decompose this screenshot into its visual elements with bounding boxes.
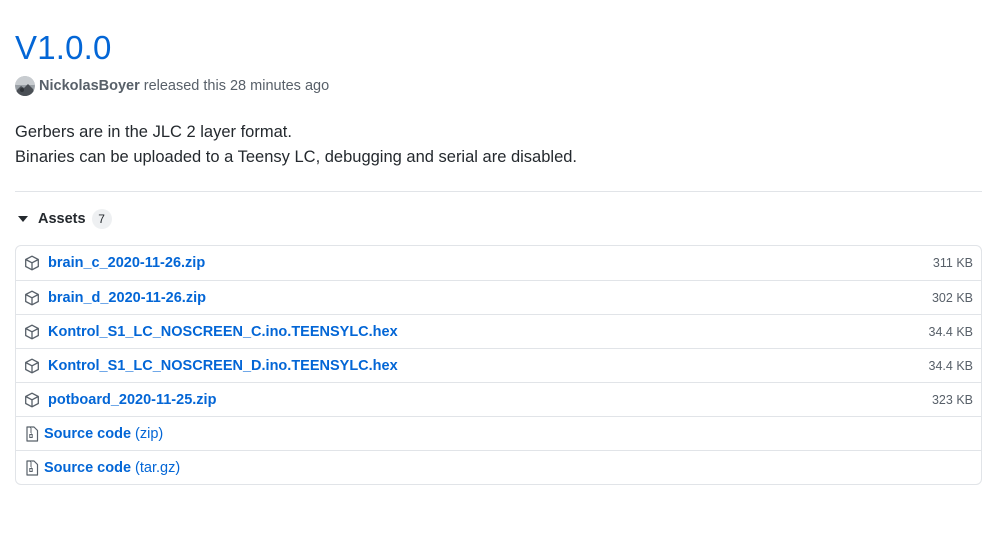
asset-size: 302 KB <box>931 290 973 305</box>
asset-row: Source code (zip) <box>16 416 981 450</box>
asset-size: 34.4 KB <box>928 324 973 339</box>
asset-row: brain_d_2020-11-26.zip 302 KB <box>16 280 981 314</box>
package-icon <box>24 358 40 374</box>
asset-download-link[interactable]: brain_d_2020-11-26.zip <box>48 290 206 306</box>
divider <box>15 191 982 192</box>
asset-row: Kontrol_S1_LC_NOSCREEN_C.ino.TEENSYLC.he… <box>16 314 981 348</box>
source-targz-link[interactable]: Source code (tar.gz) <box>44 459 180 477</box>
asset-row: brain_c_2020-11-26.zip 311 KB <box>16 246 981 280</box>
asset-row: potboard_2020-11-25.zip 323 KB <box>16 382 981 416</box>
asset-download-link[interactable]: brain_c_2020-11-26.zip <box>48 255 205 271</box>
asset-size: 323 KB <box>931 392 973 407</box>
package-icon <box>24 255 40 271</box>
asset-size: 311 KB <box>932 256 973 270</box>
asset-download-link[interactable]: Kontrol_S1_LC_NOSCREEN_D.ino.TEENSYLC.he… <box>48 358 398 374</box>
release-notes: Gerbers are in the JLC 2 layer format. B… <box>15 120 577 170</box>
source-zip-link[interactable]: Source code (zip) <box>44 425 163 443</box>
package-icon <box>24 324 40 340</box>
file-zip-icon <box>24 425 40 442</box>
release-time-text: released this 28 minutes ago <box>143 78 330 94</box>
assets-label: Assets <box>38 211 86 227</box>
release-notes-line: Gerbers are in the JLC 2 layer format. <box>15 123 292 141</box>
file-zip-icon <box>24 459 40 476</box>
source-code-label: Source code <box>44 459 132 476</box>
assets-toggle[interactable]: Assets 7 <box>15 207 112 231</box>
release-meta: NickolasBoyer released this 28 minutes a… <box>15 76 329 96</box>
avatar[interactable] <box>15 76 35 96</box>
asset-row: Source code (tar.gz) <box>16 450 981 484</box>
asset-list: brain_c_2020-11-26.zip 311 KB brain_d_20… <box>15 245 982 485</box>
package-icon <box>24 392 40 408</box>
asset-row: Kontrol_S1_LC_NOSCREEN_D.ino.TEENSYLC.he… <box>16 348 981 382</box>
asset-download-link[interactable]: Kontrol_S1_LC_NOSCREEN_C.ino.TEENSYLC.he… <box>48 324 398 340</box>
release-notes-line: Binaries can be uploaded to a Teensy LC,… <box>15 148 578 166</box>
release-title[interactable]: V1.0.0 <box>15 28 112 68</box>
asset-download-link[interactable]: potboard_2020-11-25.zip <box>48 392 216 408</box>
author-link[interactable]: NickolasBoyer <box>39 78 140 94</box>
source-code-label: Source code <box>44 425 132 442</box>
asset-size: 34.4 KB <box>928 358 973 373</box>
triangle-down-icon <box>15 207 37 231</box>
source-format: (zip) <box>135 425 164 442</box>
source-format: (tar.gz) <box>135 459 181 476</box>
assets-count-badge: 7 <box>91 209 112 229</box>
package-icon <box>24 290 40 306</box>
